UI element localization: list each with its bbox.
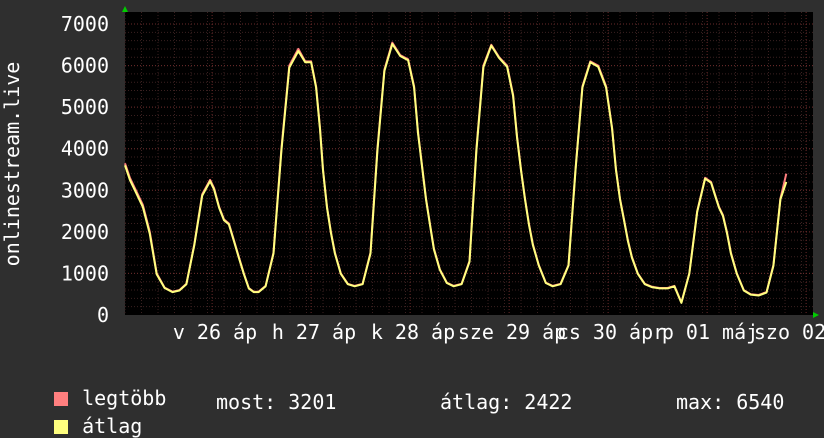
x-tick-label: k 28 áp xyxy=(371,320,455,344)
plot-area xyxy=(125,12,813,315)
legend-label-atlag: átlag xyxy=(82,414,143,438)
stat-current-value: 3201 xyxy=(288,390,337,414)
y-tick-label: 5000 xyxy=(61,95,109,119)
x-tick-label: v 26 áp xyxy=(173,320,257,344)
legend-swatch-atlag xyxy=(54,420,69,434)
y-tick-label: 4000 xyxy=(61,137,109,161)
x-tick-label: sze 29 áp xyxy=(458,320,566,344)
x-tick-label: szo 02 xyxy=(754,320,824,344)
x-tick-label: cs 30 ápr xyxy=(557,320,665,344)
stat-average: átlag: 2422 xyxy=(440,390,572,414)
legend-item-atlag: átlag xyxy=(30,390,142,438)
y-tick-label: 0 xyxy=(97,303,109,327)
stat-current: most: 3201 xyxy=(216,390,336,414)
y-axis-arrow xyxy=(122,6,128,12)
stat-average-label: átlag: xyxy=(440,390,513,414)
x-tick-label: h 27 áp xyxy=(272,320,356,344)
x-tick-label: p 01 máj xyxy=(662,320,758,344)
y-axis-label: onlinestream.live xyxy=(0,62,24,267)
y-tick-label: 2000 xyxy=(61,220,109,244)
y-tick-label: 1000 xyxy=(61,261,109,285)
x-tick-labels: v 26 áp h 27 áp k 28 áp sze 29 ápcs 30 áprp… xyxy=(173,320,824,344)
stat-maximum-label: max: xyxy=(676,390,725,414)
stat-maximum-value: 6540 xyxy=(736,390,785,414)
y-tick-label: 6000 xyxy=(61,54,109,78)
y-tick-labels: 0 1000 2000 3000 4000 5000 6000 7000 xyxy=(61,12,109,327)
stat-current-label: most: xyxy=(216,390,277,414)
x-axis-arrow xyxy=(813,312,819,318)
y-tick-label: 3000 xyxy=(61,178,109,202)
y-tick-label: 7000 xyxy=(61,12,109,36)
stat-average-value: 2422 xyxy=(524,390,573,414)
stat-maximum: max: 6540 xyxy=(676,390,784,414)
